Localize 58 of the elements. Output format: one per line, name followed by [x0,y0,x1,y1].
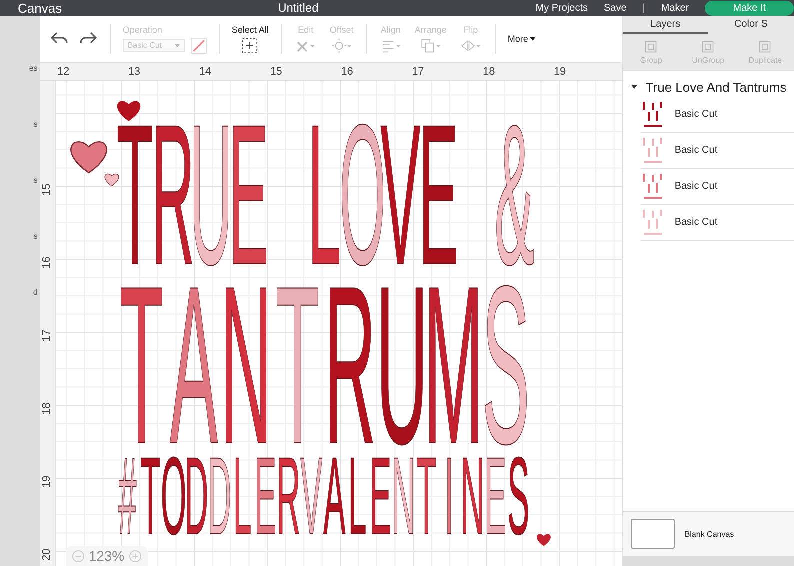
layer-thumbnail [640,100,665,130]
toolbar-button[interactable]: Select All [232,24,269,54]
sidebar-item[interactable]: s [34,120,40,176]
design-text[interactable]: #TODDLERVALENTINES [116,456,534,538]
operation-label: Operation [122,24,162,34]
expand-caret-icon[interactable] [630,85,638,89]
separator-text: | [642,2,646,14]
layer-row[interactable]: Basic Cut [640,97,794,133]
sidebar-item[interactable]: s [34,232,40,288]
layer-action-icon [644,40,658,54]
layer-action-icon [701,40,716,54]
heart-icon [116,99,142,123]
top-link[interactable]: My Projects [536,2,588,14]
layer-group-row[interactable]: True Love And Tantrums [622,77,794,97]
ruler-label: 19 [552,66,568,78]
layer-action-icon [758,40,772,54]
app-title: Canvas [18,0,62,16]
ruler-label: 18 [41,402,54,415]
sidebar-item[interactable]: s [34,176,40,232]
sidebar-item[interactable]: es [29,64,40,120]
layer-group-name: True Love And Tantrums [646,80,787,94]
top-link[interactable]: Save [604,2,627,14]
more-button[interactable]: More [508,34,536,44]
ruler-label: 17 [41,328,54,342]
ruler-label: 15 [269,66,284,78]
layer-row[interactable]: Basic Cut [640,169,794,205]
blank-canvas-swatch[interactable] [630,519,675,549]
document-title: Untitled [278,1,319,15]
line-color-swatch[interactable] [190,38,207,54]
ruler-label: 18 [482,66,496,78]
design-text[interactable]: TRUE LOVE & [116,121,534,271]
zoom-in-icon[interactable] [128,550,142,562]
tool-icon [330,38,354,54]
design-text[interactable]: TANTRUMS [116,281,534,450]
ruler-label: 12 [56,66,71,78]
ruler-label: 20 [41,548,54,561]
layer-row[interactable]: Basic Cut [640,205,794,241]
tool-icon [418,38,443,54]
ruler-label: 19 [41,474,54,488]
caret-icon [530,37,536,41]
ruler-label: 13 [127,66,142,78]
caret-icon [174,44,180,48]
blank-canvas-label: Blank Canvas [684,530,734,538]
layer-thumbnail [640,172,665,202]
layer-thumbnail [640,208,665,238]
sidebar-item[interactable]: d [33,288,40,344]
zoom-out-icon[interactable] [72,550,85,562]
ruler-label: 17 [411,66,426,78]
machine-dropdown[interactable]: Maker [661,2,690,14]
tool-icon [458,38,483,54]
zoom-value: 123% [88,548,125,564]
ruler-label: 15 [41,182,54,196]
ruler-label: 14 [198,66,212,78]
ruler-label: 16 [41,256,54,269]
layer-thumbnail [640,136,665,166]
ruler-label: 16 [340,66,354,78]
layer-row[interactable]: Basic Cut [640,133,794,169]
heart-icon [536,533,552,547]
